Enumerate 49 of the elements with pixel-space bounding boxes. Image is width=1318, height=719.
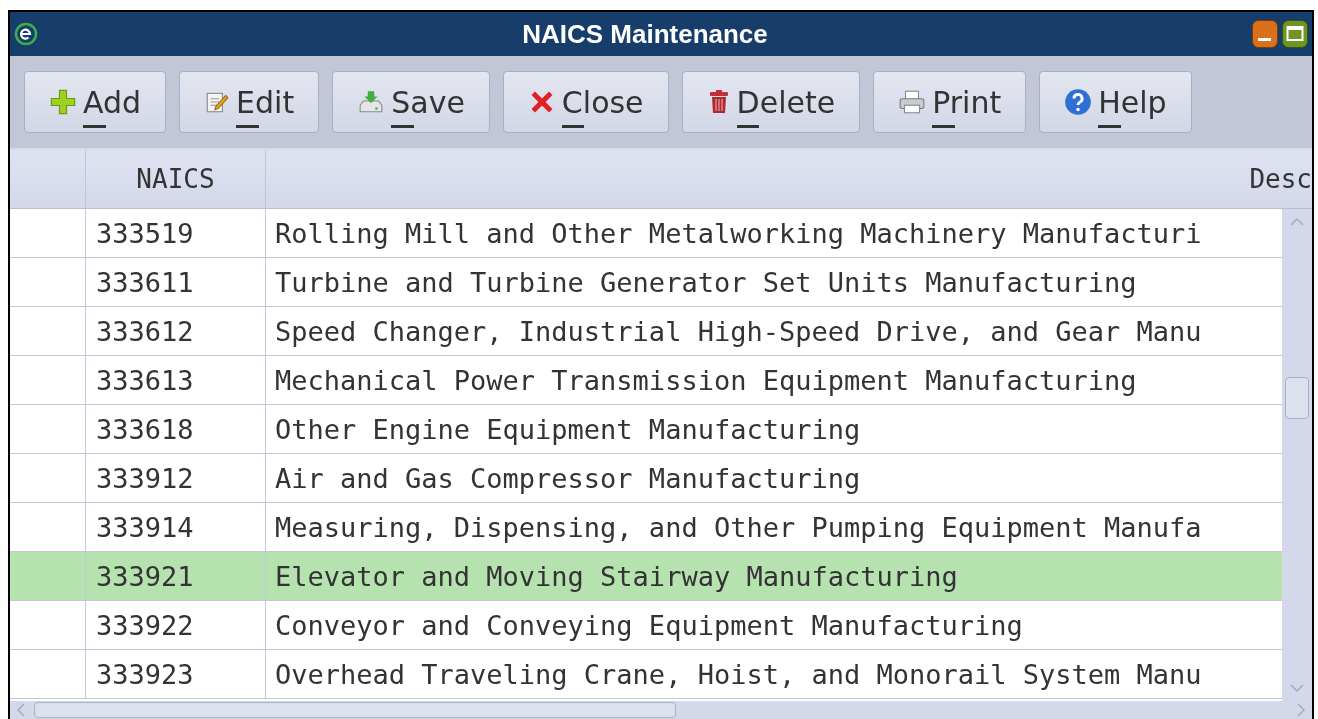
window-title: NAICS Maintenance <box>521 18 769 50</box>
column-header[interactable]: NAICS <box>86 150 266 208</box>
scrollbar-thumb[interactable] <box>34 702 676 718</box>
table-cell: 333613 <box>86 356 266 404</box>
table-row[interactable]: 333612 Speed Changer, Industrial High-Speed Drive, and Gear Manu <box>10 307 1282 356</box>
app-logo-icon <box>14 22 38 46</box>
table-cell-text: Turbine and Turbine Generator Set Units Manufacturing <box>274 265 1138 300</box>
table-cell-text: Measuring, Dispensing, and Other Pumping Equipment Manufa <box>274 510 1203 545</box>
table-cell: 333612 <box>86 307 266 355</box>
edit-button[interactable]: Edit <box>179 71 320 133</box>
table-row[interactable]: 333519 Rolling Mill and Other Metalworking Machinery Manufacturi <box>10 209 1282 258</box>
table-cell-text: Other Engine Equipment Manufacturing <box>274 412 862 447</box>
table-cell-text: Rolling Mill and Other Metalworking Machinery Manufacturi <box>274 216 1203 251</box>
save-button[interactable]: Save <box>332 71 490 133</box>
table-cell: 333922 <box>86 601 266 649</box>
add-button[interactable]: Add <box>24 71 167 133</box>
minimize-button[interactable] <box>1252 20 1278 48</box>
horizontal-scrollbar[interactable] <box>10 701 1312 719</box>
table-row[interactable]: 333613 Mechanical Power Transmission Equipment Manufacturing <box>10 356 1282 405</box>
table-cell-text: Air and Gas Compressor Manufacturing <box>274 461 862 496</box>
table-row[interactable]: 333618 Other Engine Equipment Manufacturing <box>10 405 1282 454</box>
table-row[interactable]: 333611 Turbine and Turbine Generator Set Units Manufacturing <box>10 258 1282 307</box>
maximize-button[interactable] <box>1282 20 1308 48</box>
help-icon <box>1064 88 1093 116</box>
printer-icon <box>898 89 927 115</box>
vertical-scrollbar[interactable] <box>1282 209 1312 701</box>
delete-button[interactable]: Delete <box>681 71 861 133</box>
table-row[interactable]: 333922 Conveyor and Conveying Equipment Manufacturing <box>10 601 1282 650</box>
table-cell: 333611 <box>86 258 266 306</box>
table-cell: 333519 <box>86 209 266 257</box>
table-cell: 333923 <box>86 650 266 698</box>
close-button[interactable]: Close <box>502 71 669 133</box>
table-cell: 333914 <box>86 503 266 551</box>
table-cell-text: Overhead Traveling Crane, Hoist, and Monorail System Manu <box>274 657 1203 692</box>
table-cell-text: Conveyor and Conveying Equipment Manufacturing <box>274 608 1024 643</box>
plus-icon <box>49 88 77 116</box>
table-row[interactable]: 333923 Overhead Traveling Crane, Hoist, and Monorail System Manu <box>10 650 1282 699</box>
print-button[interactable]: Print <box>873 71 1027 133</box>
scrollbar-thumb[interactable] <box>1285 377 1309 419</box>
table-cell: 333618 <box>86 405 266 453</box>
table-cell: 333921 <box>86 552 266 600</box>
table-cell-text: Mechanical Power Transmission Equipment Manufacturing <box>274 363 1138 398</box>
table-row[interactable]: 333921 Elevator and Moving Stairway Manufacturing <box>10 552 1282 601</box>
help-button[interactable]: Help <box>1039 71 1192 133</box>
column-header[interactable]: Desc <box>266 150 1312 208</box>
table-cell-text: Elevator and Moving Stairway Manufacturing <box>274 559 959 594</box>
table-row[interactable]: 333912 Air and Gas Compressor Manufacturing <box>10 454 1282 503</box>
table-cell: 333912 <box>86 454 266 502</box>
table-cell-text: Speed Changer, Industrial High-Speed Drive, and Gear Manu <box>274 314 1203 349</box>
